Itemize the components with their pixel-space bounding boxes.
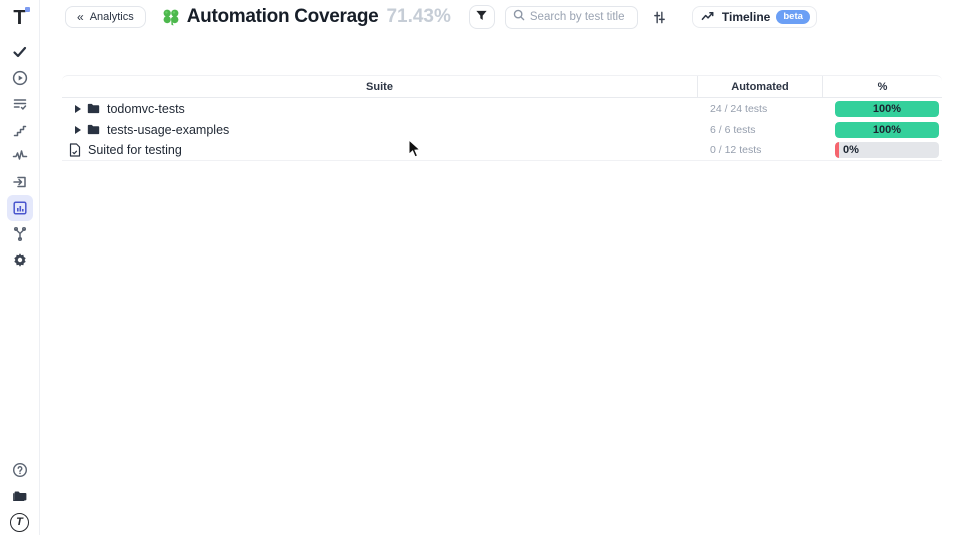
caret-right-icon[interactable] xyxy=(75,105,81,113)
sidebar-item-settings[interactable] xyxy=(7,247,33,273)
suite-name: Suited for testing xyxy=(88,143,182,157)
folder-icon xyxy=(12,488,28,504)
sidebar-item-import[interactable] xyxy=(7,169,33,195)
sidebar-item-account[interactable]: T xyxy=(7,509,33,535)
back-to-analytics-button[interactable]: « Analytics xyxy=(65,6,146,28)
list-check-icon xyxy=(12,96,28,112)
table-row: todomvc-tests 24 / 24 tests 100% xyxy=(62,98,942,119)
coverage-bar-label: 100% xyxy=(835,101,939,117)
sidebar-item-pulse[interactable] xyxy=(7,143,33,169)
sidebar-bottom: T xyxy=(7,457,33,535)
clover-icon xyxy=(161,7,181,27)
coverage-table: Suite Automated % todomvc-tests 24 / 24 … xyxy=(62,75,942,161)
sidebar-item-tests[interactable] xyxy=(7,39,33,65)
sidebar-item-steps[interactable] xyxy=(7,117,33,143)
topbar: « Analytics Automation Coverage 71.43% xyxy=(40,0,960,34)
percent-cell: 100% xyxy=(822,101,942,117)
main-content: « Analytics Automation Coverage 71.43% xyxy=(40,0,960,161)
automated-count: 6 / 6 tests xyxy=(697,124,822,136)
help-circle-icon xyxy=(12,462,28,478)
coverage-bar: 100% xyxy=(835,101,939,117)
branch-icon xyxy=(12,226,28,242)
sidebar-item-branches[interactable] xyxy=(7,221,33,247)
page-title: Automation Coverage xyxy=(187,6,379,28)
sidebar: T xyxy=(0,0,40,535)
back-button-label: Analytics xyxy=(90,11,134,23)
double-chevron-left-icon: « xyxy=(77,10,82,24)
table-row: tests-usage-examples 6 / 6 tests 100% xyxy=(62,119,942,140)
table-header: Suite Automated % xyxy=(62,76,942,98)
steps-icon xyxy=(12,122,28,138)
coverage-bar-fill xyxy=(835,142,839,158)
percent-cell: 0% xyxy=(822,142,942,158)
folder-icon xyxy=(87,103,100,114)
sidebar-item-help[interactable] xyxy=(7,457,33,483)
timeline-label: Timeline xyxy=(722,10,770,24)
table-row: Suited for testing 0 / 12 tests 0% xyxy=(62,140,942,161)
automated-count: 24 / 24 tests xyxy=(697,103,822,115)
funnel-icon xyxy=(475,9,488,25)
play-circle-icon xyxy=(12,70,28,86)
automated-count: 0 / 12 tests xyxy=(697,144,822,156)
sidebar-item-plans[interactable] xyxy=(7,91,33,117)
check-icon xyxy=(12,44,28,60)
file-icon xyxy=(69,143,81,157)
caret-right-icon[interactable] xyxy=(75,126,81,134)
beta-badge: beta xyxy=(776,10,810,25)
avatar-logo: T xyxy=(10,513,29,532)
coverage-percentage: 71.43% xyxy=(386,6,450,28)
suite-name: todomvc-tests xyxy=(107,102,185,116)
sidebar-item-runs[interactable] xyxy=(7,65,33,91)
gear-icon xyxy=(12,252,28,268)
import-icon xyxy=(12,174,28,190)
app-logo[interactable]: T xyxy=(13,5,25,31)
search-box xyxy=(505,6,638,29)
sidebar-nav xyxy=(7,39,33,273)
bar-chart-icon xyxy=(12,200,28,216)
folder-icon xyxy=(87,124,100,135)
sliders-icon[interactable] xyxy=(650,7,670,27)
column-header-automated: Automated xyxy=(698,81,822,93)
search-icon xyxy=(513,8,525,26)
coverage-bar: 0% xyxy=(835,142,939,158)
suite-cell-suited-for-testing[interactable]: Suited for testing xyxy=(62,140,697,160)
suite-name: tests-usage-examples xyxy=(107,123,229,137)
trend-line-icon xyxy=(701,10,716,25)
coverage-bar-label: 0% xyxy=(843,142,859,158)
percent-cell: 100% xyxy=(822,122,942,138)
activity-icon xyxy=(12,148,28,164)
sidebar-item-analytics[interactable] xyxy=(7,195,33,221)
search-input[interactable] xyxy=(530,11,630,23)
column-header-percent: % xyxy=(823,81,942,93)
suite-cell-todomvc-tests[interactable]: todomvc-tests xyxy=(62,98,697,119)
sidebar-item-projects[interactable] xyxy=(7,483,33,509)
logo-accent-dot xyxy=(25,7,30,12)
suite-cell-tests-usage-examples[interactable]: tests-usage-examples xyxy=(62,119,697,140)
coverage-bar: 100% xyxy=(835,122,939,138)
column-header-suite: Suite xyxy=(62,81,697,93)
logo-letter: T xyxy=(13,8,25,28)
coverage-bar-label: 100% xyxy=(835,122,939,138)
filter-button[interactable] xyxy=(469,5,495,29)
timeline-button[interactable]: Timeline beta xyxy=(692,6,817,28)
